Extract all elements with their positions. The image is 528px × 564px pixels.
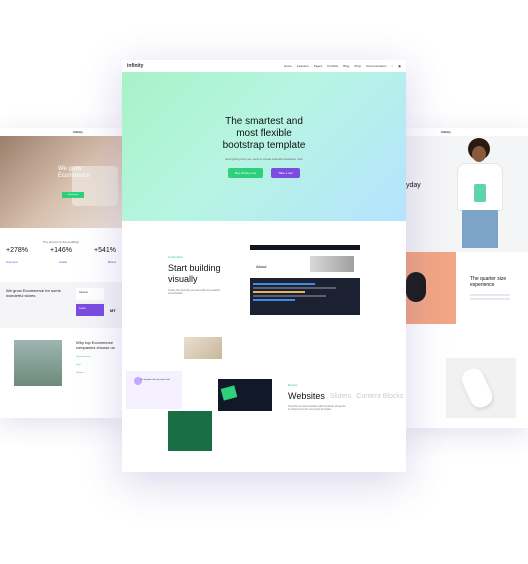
card-dark-preview — [218, 379, 272, 411]
showcase-stage: Infinity We grow Ecommerce Read more The… — [0, 0, 528, 564]
menu-item-documentation[interactable]: Documentation — [366, 64, 386, 68]
right-hero-word: yday — [406, 182, 421, 189]
menu-item-portfolio[interactable]: Portfolio — [327, 64, 338, 68]
sneaker-photo — [446, 358, 516, 418]
code-window-title: About — [256, 264, 267, 269]
left-page-preview[interactable]: Infinity We grow Ecommerce Read more The… — [0, 128, 122, 418]
menu-item-blog[interactable]: Blog — [343, 64, 349, 68]
customizer-label: Customizer — [168, 255, 184, 259]
menu-item-features[interactable]: Features — [297, 64, 309, 68]
hero-title-line2: most flexible — [236, 128, 292, 139]
brand-2: Adeal — [59, 260, 67, 264]
card-text: The template with the perfect look — [140, 379, 171, 381]
brand-1: Anymore — [6, 260, 19, 264]
door-photo — [14, 340, 62, 386]
feature-1: Ecommerce first — [76, 356, 91, 358]
websites-label: Demos — [288, 383, 298, 387]
menu-item-pages[interactable]: Pages — [314, 64, 323, 68]
customizer-title-1: Start building — [168, 263, 221, 273]
right-page-preview[interactable]: Infinity yday The quarter size experienc… — [406, 128, 528, 428]
left-navbar: Infinity — [0, 128, 122, 136]
stat-2: +146% — [50, 247, 72, 254]
stat-1: +278% — [6, 247, 28, 254]
feature-2: Deep — [76, 364, 81, 366]
right-section-title-2: experience — [470, 282, 495, 288]
main-hero: The smartest and most flexible bootstrap… — [122, 72, 406, 221]
main-menu: Home Features Pages Portfolio Blog Shop … — [284, 64, 401, 68]
code-editor-window: About — [250, 245, 360, 315]
tab-content-blocks[interactable]: Content Blocks — [356, 393, 403, 401]
menu-item-home[interactable]: Home — [284, 64, 292, 68]
left-hero: We grow Ecommerce Read more — [0, 136, 122, 228]
tab-sliders[interactable]: Sliders — [330, 393, 351, 401]
customizer-text: Create the look that you want with our p… — [168, 289, 221, 295]
why-title: Why top Ecommerce companies choose us — [76, 340, 115, 350]
stat-3: +541% — [94, 247, 116, 254]
stats-title: The proof is in the pudding! — [42, 240, 80, 244]
left-logo: Infinity — [73, 130, 83, 134]
partner-card-1: WEBSITE — [76, 288, 104, 300]
customizer-section: Customizer Start building visually Creat… — [122, 221, 406, 329]
orange-product-photo — [406, 252, 456, 324]
right-navbar: Infinity — [406, 128, 528, 136]
brand-3: Brand — [107, 260, 116, 264]
websites-section: The template with the perfect look Demos… — [122, 329, 406, 472]
stats-section: The proof is in the pudding! +278% +146%… — [0, 228, 122, 264]
partners-title: We grow Ecommerce for some wonderful sto… — [6, 288, 61, 298]
hero-title-line3: bootstrap template — [222, 140, 306, 151]
card-purple-preview: The template with the perfect look — [126, 371, 182, 409]
menu-item-shop[interactable]: Shop — [354, 64, 361, 68]
left-hero-title-2: Ecommerce — [58, 173, 91, 179]
main-page-preview[interactable]: infinity Home Features Pages Portfolio B… — [122, 60, 406, 472]
interior-photo — [184, 337, 222, 359]
left-hero-button[interactable]: Read more — [62, 192, 84, 198]
right-product-section: The quarter size experience — [406, 252, 528, 332]
tab-websites[interactable]: Websites — [288, 391, 325, 401]
buy-button[interactable]: Buy Infinity now — [227, 168, 263, 178]
hero-subtitle: Everything that you need to create beaut… — [225, 157, 303, 161]
websites-text: Powerful pre-built websites with hundred… — [288, 405, 346, 411]
partner-card-3: MT — [110, 308, 116, 313]
card-green-preview — [168, 411, 212, 451]
main-logo[interactable]: infinity — [127, 63, 143, 69]
hero-title-line1: The smartest and — [225, 116, 303, 127]
feature-3: Marketer — [76, 372, 84, 374]
partner-card-2: BRAND — [76, 304, 104, 316]
search-icon[interactable]: ⌕ — [391, 64, 393, 68]
customizer-title-2: visually — [168, 274, 198, 284]
model-photo — [450, 138, 510, 248]
tour-button[interactable]: Take a tour — [271, 168, 301, 178]
right-hero: yday — [406, 136, 528, 252]
left-hero-title-1: We grow — [58, 166, 82, 172]
partners-section: We grow Ecommerce for some wonderful sto… — [0, 282, 122, 328]
main-navbar: infinity Home Features Pages Portfolio B… — [122, 60, 406, 72]
right-logo: Infinity — [441, 130, 451, 134]
why-section: Why top Ecommerce companies choose us Ec… — [0, 338, 122, 398]
cart-icon[interactable]: ▣ — [398, 64, 401, 68]
